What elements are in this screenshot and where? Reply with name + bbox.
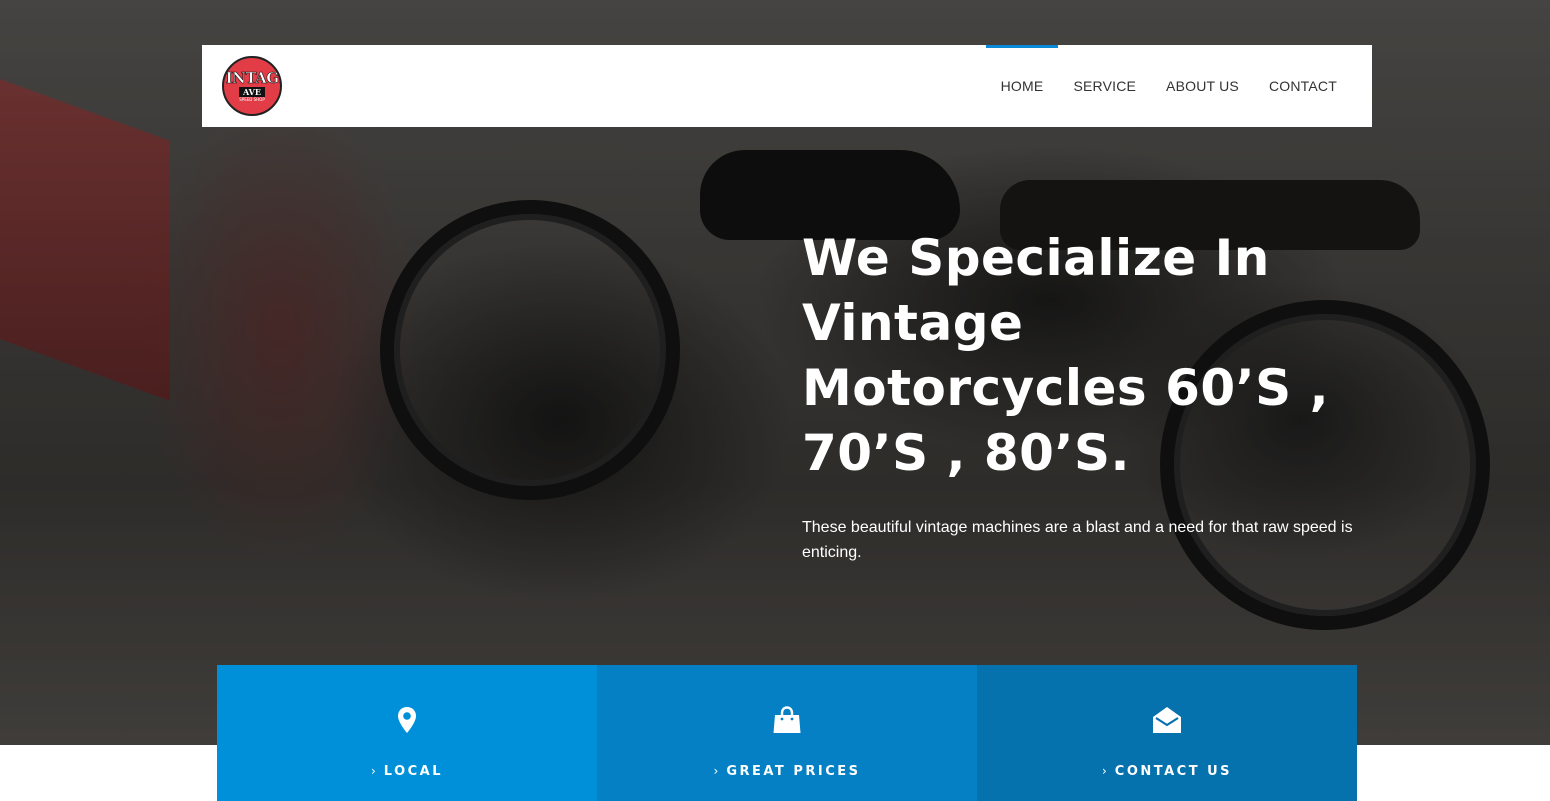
feature-boxes: › LOCAL › GREAT PRICES › CONTACT US	[217, 665, 1357, 801]
map-pin-icon	[392, 705, 422, 735]
nav-item-contact[interactable]: CONTACT	[1254, 45, 1352, 127]
nav-item-service[interactable]: SERVICE	[1058, 45, 1151, 127]
nav-item-home[interactable]: HOME	[985, 45, 1059, 127]
feature-contact-us-label: › CONTACT US	[977, 764, 1357, 779]
site-header: VINTAGE AVE SPEED SHOP HOME SERVICE ABOU…	[202, 45, 1372, 127]
chevron-right-icon: ›	[713, 764, 719, 778]
chevron-right-icon: ›	[1101, 764, 1107, 778]
logo-subword: AVE	[239, 87, 265, 97]
envelope-open-icon	[1152, 705, 1182, 735]
feature-contact-us[interactable]: › CONTACT US	[977, 665, 1357, 801]
feature-local-text: LOCAL	[383, 764, 444, 779]
hero-subtitle: These beautiful vintage machines are a b…	[802, 519, 1353, 561]
feature-great-prices-text: GREAT PRICES	[726, 764, 861, 779]
logo-tagline: SPEED SHOP	[239, 97, 265, 102]
feature-great-prices-label: › GREAT PRICES	[597, 764, 977, 779]
main-nav: HOME SERVICE ABOUT US CONTACT	[985, 45, 1352, 127]
shopping-bag-icon	[772, 705, 802, 735]
hero-title: We Specialize In Vintage Motorcycles 60’…	[802, 229, 1330, 482]
logo-wordmark: VINTAGE	[224, 69, 280, 87]
feature-local-label: › LOCAL	[217, 764, 597, 779]
feature-contact-us-text: CONTACT US	[1114, 764, 1233, 779]
nav-item-about-us[interactable]: ABOUT US	[1151, 45, 1254, 127]
feature-local[interactable]: › LOCAL	[217, 665, 597, 801]
site-logo[interactable]: VINTAGE AVE SPEED SHOP	[222, 56, 282, 116]
chevron-right-icon: ›	[370, 764, 376, 778]
feature-great-prices[interactable]: › GREAT PRICES	[597, 665, 977, 801]
